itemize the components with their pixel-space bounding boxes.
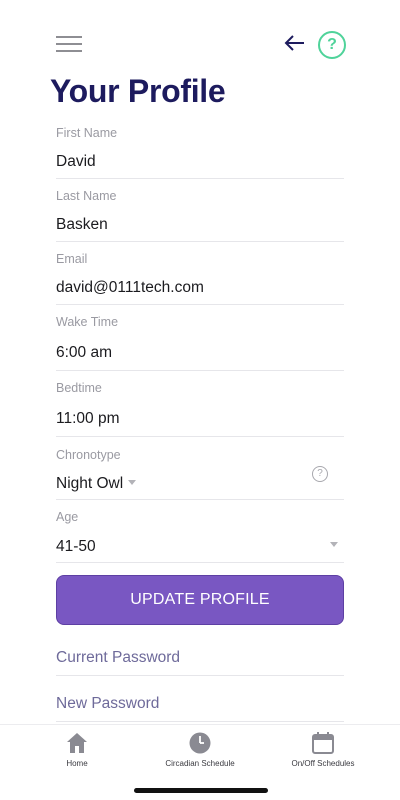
home-indicator bbox=[134, 788, 268, 793]
home-icon bbox=[67, 733, 87, 753]
last-name-label: Last Name bbox=[56, 189, 117, 203]
last-name-field[interactable]: Last Name Basken bbox=[56, 187, 344, 242]
arrow-left-icon[interactable] bbox=[284, 32, 306, 54]
current-password-placeholder: Current Password bbox=[56, 649, 181, 666]
current-password-field[interactable]: Current Password bbox=[56, 640, 344, 676]
tab-on-off-schedules-label: On/Off Schedules bbox=[291, 759, 355, 768]
calendar-icon bbox=[312, 732, 334, 754]
chronotype-label: Chronotype bbox=[56, 448, 121, 462]
tab-circadian-schedule[interactable]: Circadian Schedule bbox=[145, 731, 255, 768]
chronotype-select[interactable]: Night Owl bbox=[56, 475, 123, 493]
age-select[interactable]: 41-50 bbox=[56, 538, 96, 556]
first-name-field[interactable]: First Name David bbox=[56, 124, 344, 179]
wake-time-label: Wake Time bbox=[56, 315, 119, 329]
wake-time-value[interactable]: 6:00 am bbox=[56, 344, 112, 362]
tab-circadian-schedule-label: Circadian Schedule bbox=[165, 759, 235, 768]
email-label: Email bbox=[56, 252, 88, 266]
email-value[interactable]: david@0111tech.com bbox=[56, 279, 204, 297]
bedtime-value[interactable]: 11:00 pm bbox=[56, 410, 119, 428]
chevron-down-icon[interactable] bbox=[128, 480, 136, 485]
email-field[interactable]: Email david@0111tech.com bbox=[56, 250, 344, 305]
update-profile-button[interactable]: UPDATE PROFILE bbox=[56, 575, 344, 625]
tab-home[interactable]: Home bbox=[22, 731, 132, 768]
tab-on-off-schedules[interactable]: On/Off Schedules bbox=[268, 731, 378, 768]
bedtime-label: Bedtime bbox=[56, 381, 102, 395]
question-circle-icon[interactable]: ? bbox=[318, 31, 346, 59]
tab-home-label: Home bbox=[66, 759, 88, 768]
new-password-placeholder: New Password bbox=[56, 695, 160, 712]
clock-icon bbox=[189, 732, 211, 754]
question-circle-icon[interactable]: ? bbox=[312, 466, 328, 482]
last-name-value[interactable]: Basken bbox=[56, 216, 108, 234]
first-name-value[interactable]: David bbox=[56, 153, 96, 171]
age-label: Age bbox=[56, 510, 79, 524]
chronotype-field[interactable]: Chronotype Night Owl ? bbox=[56, 446, 344, 500]
chevron-down-icon[interactable] bbox=[330, 542, 338, 547]
new-password-field[interactable]: New Password bbox=[56, 686, 344, 722]
wake-time-field[interactable]: Wake Time 6:00 am bbox=[56, 313, 344, 371]
age-field[interactable]: Age 41-50 bbox=[56, 508, 344, 563]
hamburger-icon[interactable] bbox=[56, 36, 82, 54]
bedtime-field[interactable]: Bedtime 11:00 pm bbox=[56, 379, 344, 437]
first-name-label: First Name bbox=[56, 126, 118, 140]
page-title: Your Profile bbox=[50, 73, 226, 109]
